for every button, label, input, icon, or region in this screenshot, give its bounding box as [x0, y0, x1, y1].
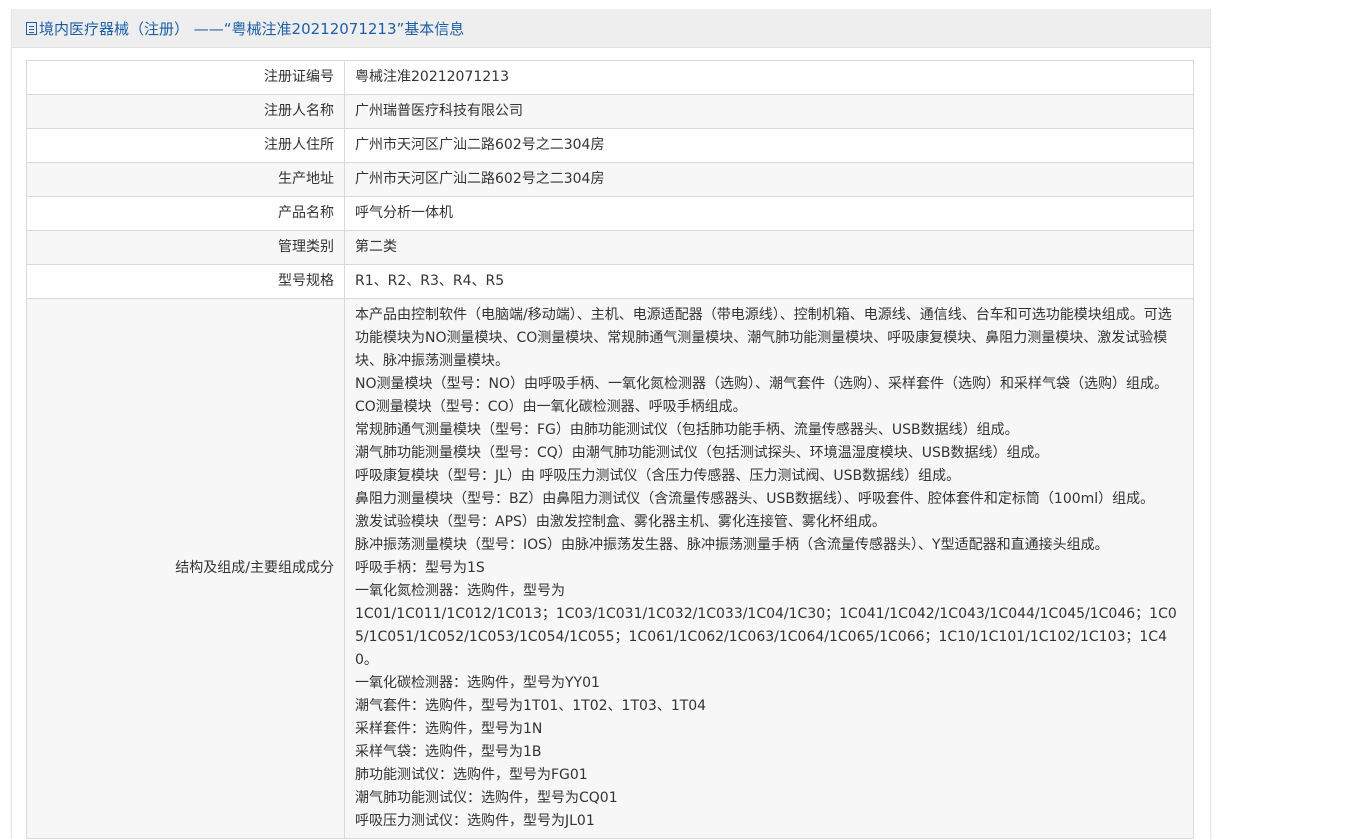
- structure-line: 激发试验模块（型号：APS）由激发控制盒、雾化器主机、雾化连接管、雾化杯组成。: [355, 514, 886, 530]
- structure-line: 采样套件：选购件，型号为1N: [355, 721, 543, 737]
- structure-line: 潮气肺功能测试仪：选购件，型号为CQ01: [355, 790, 618, 806]
- structure-value: 本产品由控制软件（电脑端/移动端）、主机、电源适配器（带电源线）、控制机箱、电源…: [344, 298, 1194, 839]
- row-label: 产品名称: [26, 196, 345, 231]
- row-value: 粤械注准20212071213: [344, 60, 1194, 95]
- panel-header: 境内医疗器械（注册） ——“粤械注准20212071213”基本信息: [12, 9, 1210, 48]
- structure-line: 呼吸压力测试仪：选购件，型号为JL01: [355, 813, 595, 829]
- page-title: 境内医疗器械（注册） ——“粤械注准20212071213”基本信息: [39, 19, 465, 38]
- structure-line: 常规肺通气测量模块（型号：FG）由肺功能测试仪（包括肺功能手柄、流量传感器头、U…: [355, 422, 1019, 438]
- row-value: 广州市天河区广汕二路602号之二304房: [344, 162, 1194, 197]
- structure-line: 一氧化氮检测器：选购件，型号为: [355, 583, 565, 599]
- row-label: 管理类别: [26, 230, 345, 265]
- structure-line: 潮气套件：选购件，型号为1T01、1T02、1T03、1T04: [355, 698, 707, 714]
- document-icon: [26, 21, 37, 35]
- table-row: 注册证编号 粤械注准20212071213: [26, 60, 1194, 95]
- row-label: 注册证编号: [26, 60, 345, 95]
- structure-line: 潮气肺功能测量模块（型号：CQ）由潮气肺功能测试仪（包括测试探头、环境温湿度模块…: [355, 445, 1049, 461]
- structure-line: 1C01/1C011/1C012/1C013；1C03/1C031/1C032/…: [355, 606, 1177, 668]
- structure-line: NO测量模块（型号：NO）由呼吸手柄、一氧化氮检测器（选购）、潮气套件（选购）、…: [355, 376, 1168, 392]
- row-label: 结构及组成/主要组成成分: [26, 298, 345, 839]
- table-row: 生产地址 广州市天河区广汕二路602号之二304房: [26, 162, 1194, 197]
- structure-line: 一氧化碳检测器：选购件，型号为YY01: [355, 675, 600, 691]
- table-row: 管理类别 第二类: [26, 230, 1194, 265]
- row-value: R1、R2、R3、R4、R5: [344, 264, 1194, 299]
- row-value: 广州瑞普医疗科技有限公司: [344, 94, 1194, 129]
- table-row: 型号规格 R1、R2、R3、R4、R5: [26, 264, 1194, 299]
- info-panel: 境内医疗器械（注册） ——“粤械注准20212071213”基本信息 注册证编号…: [11, 9, 1211, 839]
- structure-line: 本产品由控制软件（电脑端/移动端）、主机、电源适配器（带电源线）、控制机箱、电源…: [355, 307, 1172, 369]
- structure-line: 呼吸康复模块（型号：JL）由 呼吸压力测试仪（含压力传感器、压力测试阀、USB数…: [355, 468, 961, 484]
- table-row: 注册人住所 广州市天河区广汕二路602号之二304房: [26, 128, 1194, 163]
- row-value: 第二类: [344, 230, 1194, 265]
- row-label: 型号规格: [26, 264, 345, 299]
- table-row: 注册人名称 广州瑞普医疗科技有限公司: [26, 94, 1194, 129]
- row-label: 生产地址: [26, 162, 345, 197]
- table-row: 产品名称 呼气分析一体机: [26, 196, 1194, 231]
- structure-line: 呼吸手柄：型号为1S: [355, 560, 485, 576]
- row-value: 广州市天河区广汕二路602号之二304房: [344, 128, 1194, 163]
- registration-info-table: 注册证编号 粤械注准20212071213 注册人名称 广州瑞普医疗科技有限公司…: [26, 60, 1194, 839]
- table-row-structure: 结构及组成/主要组成成分 本产品由控制软件（电脑端/移动端）、主机、电源适配器（…: [26, 298, 1194, 839]
- structure-line: 脉冲振荡测量模块（型号：IOS）由脉冲振荡发生器、脉冲振荡测量手柄（含流量传感器…: [355, 537, 1109, 553]
- structure-line: CO测量模块（型号：CO）由一氧化碳检测器、呼吸手柄组成。: [355, 399, 747, 415]
- row-label: 注册人住所: [26, 128, 345, 163]
- structure-line: 肺功能测试仪：选购件，型号为FG01: [355, 767, 588, 783]
- structure-line: 采样气袋：选购件，型号为1B: [355, 744, 542, 760]
- row-value: 呼气分析一体机: [344, 196, 1194, 231]
- structure-line: 鼻阻力测量模块（型号：BZ）由鼻阻力测试仪（含流量传感器头、USB数据线）、呼吸…: [355, 491, 1155, 507]
- row-label: 注册人名称: [26, 94, 345, 129]
